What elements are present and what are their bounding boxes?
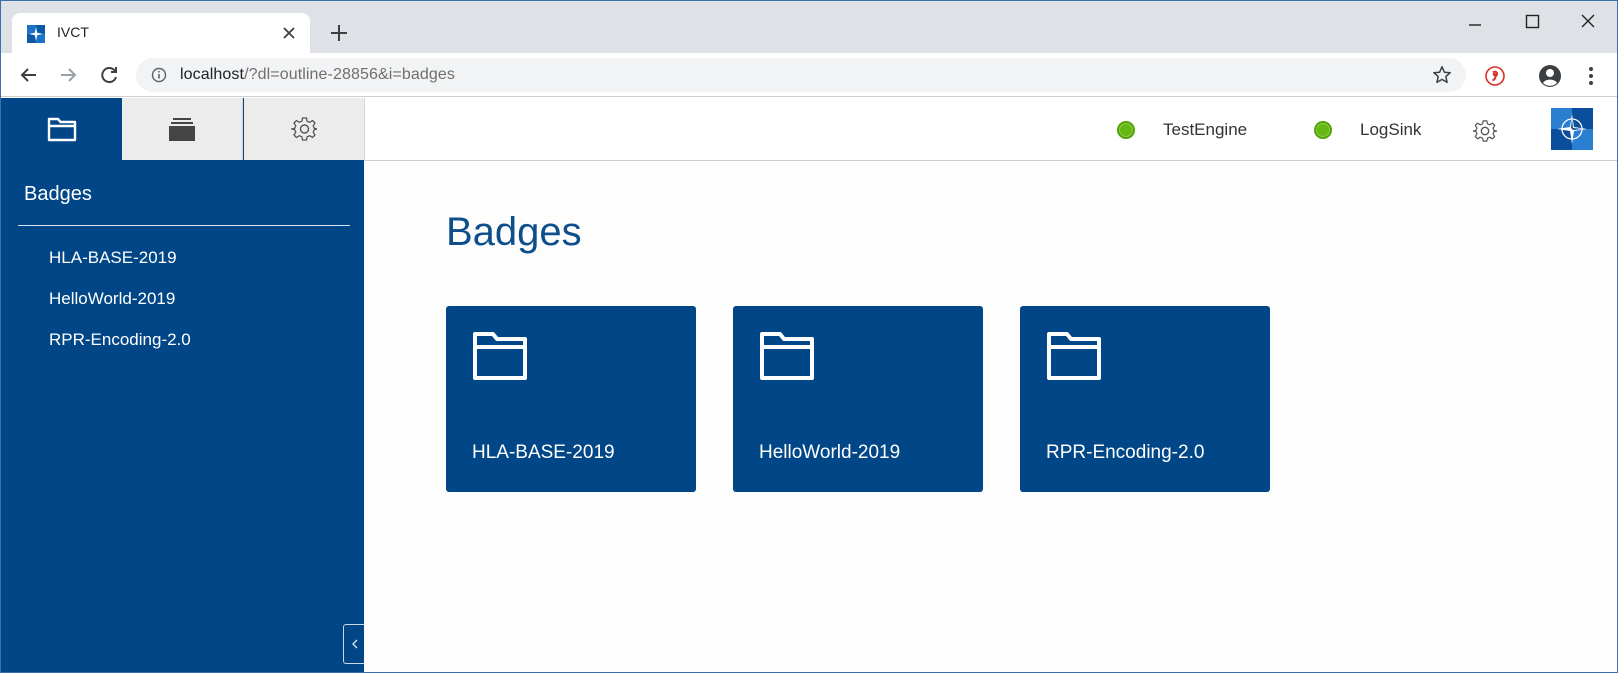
- app-topbar: TestEngine LogSink: [364, 98, 1617, 161]
- info-icon[interactable]: [151, 67, 167, 83]
- bookmark-star-icon[interactable]: [1432, 65, 1452, 85]
- sidebar-tab-settings[interactable]: [244, 98, 364, 160]
- status-testengine: TestEngine: [1117, 120, 1247, 140]
- sidebar-tab-badges[interactable]: [1, 98, 122, 160]
- forward-arrow-icon[interactable]: [54, 61, 82, 89]
- browser-titlebar: IVCT: [1, 1, 1617, 53]
- status-indicator-icon: [1117, 121, 1135, 139]
- sidebar-badge-list: HLA-BASE-2019 HelloWorld-2019 RPR-Encodi…: [49, 246, 191, 369]
- url-text[interactable]: localhost/?dl=outline-28856&i=badges: [180, 66, 455, 84]
- sidebar-title: Badges: [24, 183, 92, 205]
- minimize-icon[interactable]: [1451, 7, 1497, 37]
- close-tab-icon[interactable]: [278, 22, 300, 44]
- tab-title: IVCT: [57, 24, 89, 40]
- browser-tab[interactable]: IVCT: [12, 13, 310, 53]
- chevron-left-icon: [351, 639, 357, 649]
- folder-icon: [1047, 332, 1101, 380]
- new-tab-icon[interactable]: [327, 21, 351, 45]
- status-indicator-icon: [1314, 121, 1332, 139]
- sidebar-divider: [18, 225, 350, 226]
- browser-window: IVCT localhost/?dl=outline-28856&i=badge…: [0, 0, 1618, 673]
- status-logsink: LogSink: [1314, 120, 1421, 140]
- folder-icon: [47, 117, 76, 142]
- page-title: Badges: [446, 210, 582, 254]
- badge-card-hla-base-2019[interactable]: HLA-BASE-2019: [446, 306, 696, 492]
- badge-card-helloworld-2019[interactable]: HelloWorld-2019: [733, 306, 983, 492]
- badge-card-label: RPR-Encoding-2.0: [1046, 442, 1205, 463]
- app-root: Badges HLA-BASE-2019 HelloWorld-2019 RPR…: [1, 98, 1617, 672]
- reload-icon[interactable]: [95, 61, 123, 89]
- sidebar-item-helloworld-2019[interactable]: HelloWorld-2019: [49, 287, 191, 328]
- badge-card-label: HelloWorld-2019: [759, 442, 901, 463]
- badge-card-grid: HLA-BASE-2019 HelloWorld-2019 RPR-Encodi…: [446, 306, 1270, 492]
- sidebar: Badges HLA-BASE-2019 HelloWorld-2019 RPR…: [1, 98, 365, 672]
- maximize-icon[interactable]: [1509, 7, 1555, 37]
- back-arrow-icon[interactable]: [15, 61, 43, 89]
- badge-card-rpr-encoding-2-0[interactable]: RPR-Encoding-2.0: [1020, 306, 1270, 492]
- more-menu-icon[interactable]: [1581, 64, 1601, 88]
- status-label: TestEngine: [1163, 120, 1248, 139]
- sidebar-item-hla-base-2019[interactable]: HLA-BASE-2019: [49, 246, 191, 287]
- browser-toolbar: localhost/?dl=outline-28856&i=badges: [1, 53, 1617, 97]
- main-content: Badges HLA-BASE-2019 HelloWorld-2019 RPR…: [364, 162, 1617, 672]
- extension-icon[interactable]: [1483, 64, 1507, 88]
- collapse-sidebar-button[interactable]: [343, 624, 365, 664]
- sidebar-tab-archive[interactable]: [122, 98, 243, 160]
- nato-favicon-icon: [27, 25, 45, 43]
- sidebar-item-rpr-encoding-2-0[interactable]: RPR-Encoding-2.0: [49, 328, 191, 369]
- gear-icon: [291, 117, 317, 141]
- profile-avatar-icon[interactable]: [1537, 63, 1563, 89]
- folder-icon: [473, 332, 527, 380]
- badge-card-label: HLA-BASE-2019: [472, 442, 615, 463]
- settings-gear-icon[interactable]: [1473, 119, 1497, 143]
- status-label: LogSink: [1360, 120, 1422, 139]
- address-bar[interactable]: localhost/?dl=outline-28856&i=badges: [136, 58, 1466, 92]
- stack-icon: [169, 118, 195, 141]
- close-window-icon[interactable]: [1565, 7, 1611, 37]
- folder-icon: [760, 332, 814, 380]
- nato-logo-icon: [1551, 108, 1593, 150]
